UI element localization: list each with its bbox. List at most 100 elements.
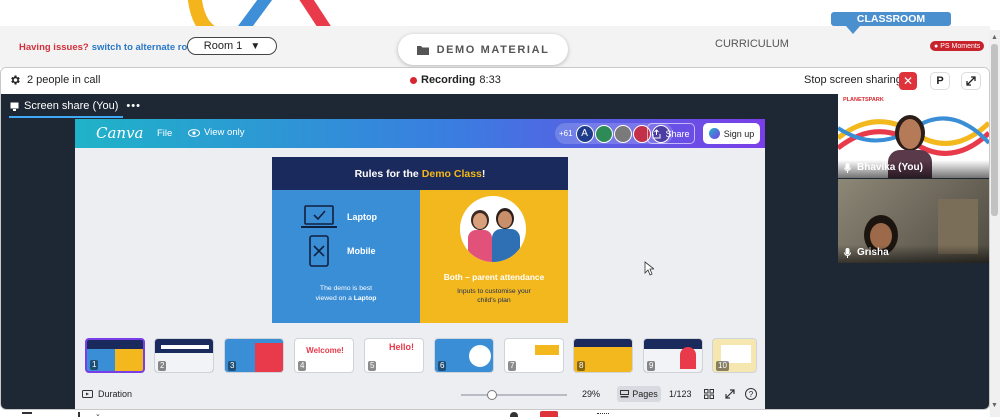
thumbnail-number: 4 xyxy=(298,361,307,371)
page-thumbnail[interactable]: 3 xyxy=(224,338,284,373)
pages-toggle[interactable]: Pages xyxy=(617,386,661,402)
microphone-icon xyxy=(844,247,851,258)
page-thumbnail[interactable]: Hello! 5 xyxy=(364,338,424,373)
file-menu[interactable]: File xyxy=(157,128,172,139)
brand-logo: PLANETSPARK xyxy=(843,97,884,103)
classroom-tab[interactable]: CLASSROOM xyxy=(831,12,951,26)
folder-icon xyxy=(416,45,429,55)
zoom-slider-handle[interactable] xyxy=(487,390,497,400)
mobile-label: Mobile xyxy=(347,246,376,256)
switch-room-link[interactable]: switch to alternate room xyxy=(92,42,202,53)
slide-parent-panel: Both – parent attendance Inputs to custo… xyxy=(420,190,568,323)
fullscreen-button[interactable] xyxy=(961,72,981,90)
scrollbar-thumb[interactable] xyxy=(991,44,998,216)
thumbnail-number: 9 xyxy=(647,361,656,371)
fullscreen-icon[interactable] xyxy=(725,389,735,399)
page-scrollbar[interactable]: ▲ ▼ xyxy=(989,30,1000,417)
more-options-icon[interactable]: ••• xyxy=(126,100,141,112)
thumbnail-number: 6 xyxy=(438,361,447,371)
zoom-slider-track[interactable] xyxy=(461,394,567,396)
screen-share-label: Screen share (You) xyxy=(24,100,119,112)
view-only-indicator[interactable]: View only xyxy=(188,127,245,138)
page-thumbnail[interactable]: 8 xyxy=(573,338,633,373)
participant-tile[interactable]: Grisha xyxy=(838,179,989,263)
stop-sharing-button[interactable]: ✕ xyxy=(899,72,917,90)
mobile-icon xyxy=(309,235,329,267)
canva-footer xyxy=(75,381,765,409)
tool-icon[interactable] xyxy=(540,411,558,417)
tool-icon[interactable] xyxy=(22,412,32,417)
screen-share-tab[interactable]: Screen share (You) ••• xyxy=(10,100,141,112)
tool-icon[interactable] xyxy=(78,412,80,417)
zoom-level[interactable]: 29% xyxy=(582,389,600,399)
page-thumbnail[interactable]: 1 xyxy=(85,338,145,373)
sign-up-label: Sign up xyxy=(723,128,755,139)
mouse-cursor-icon xyxy=(644,261,654,276)
page-thumbnail[interactable]: 10 xyxy=(712,338,757,373)
recording-label: Recording xyxy=(421,74,476,86)
participant-tile[interactable]: PLANETSPARK Bhavika (You) xyxy=(838,94,989,178)
parent-attendance-title: Both – parent attendance xyxy=(443,272,545,282)
room-select[interactable]: Room 1 ▼ xyxy=(187,37,277,55)
app-root: Having issues? switch to alternate room … xyxy=(0,0,1000,417)
curriculum-tab[interactable]: CURRICULUM xyxy=(715,38,789,50)
page-thumbnail[interactable]: 9 xyxy=(643,338,703,373)
canva-c-icon xyxy=(708,128,720,139)
expand-icon xyxy=(966,76,976,86)
share-button[interactable]: Share xyxy=(647,123,695,144)
people-count: 2 people in call xyxy=(27,74,101,86)
slide-canvas: Rules for the Demo Class! Laptop Mobile … xyxy=(272,157,568,323)
scroll-down-icon[interactable]: ▼ xyxy=(991,402,998,409)
recording-time: 8:33 xyxy=(479,74,501,86)
classroom-tab-pointer xyxy=(846,26,860,34)
tool-icon[interactable] xyxy=(510,412,518,417)
screen-share-icon xyxy=(10,102,19,111)
recording-dot-icon xyxy=(410,76,417,84)
thumbnail-number: 5 xyxy=(368,361,377,371)
tool-icon[interactable] xyxy=(597,413,609,417)
device-note-bold: Laptop xyxy=(353,295,377,302)
participant-name: Bhavika (You) xyxy=(857,162,923,173)
sign-up-button[interactable]: Sign up xyxy=(703,123,760,144)
help-icon[interactable]: ? xyxy=(745,388,757,400)
thumbnail-number: 3 xyxy=(228,361,237,371)
collaborator-count: +61 xyxy=(559,129,573,138)
slide-title: Rules for the Demo Class! xyxy=(272,157,568,190)
demo-material-button[interactable]: DEMO MATERIAL xyxy=(398,34,568,65)
participant-label: Grisha xyxy=(844,247,889,258)
duration-label: Duration xyxy=(98,389,133,399)
thumbnail-number: 8 xyxy=(577,361,586,371)
grid-view-icon[interactable] xyxy=(704,389,714,399)
avatar xyxy=(594,124,613,143)
page-thumbnail[interactable]: Welcome! 4 xyxy=(294,338,354,373)
scroll-up-icon[interactable]: ▲ xyxy=(991,34,998,41)
ps-moments-badge[interactable]: ● PS Moments xyxy=(930,41,985,51)
video-face xyxy=(899,119,921,149)
pages-label: Pages xyxy=(632,389,658,399)
share-icon xyxy=(652,128,661,138)
chevron-down-icon: ▼ xyxy=(250,40,261,52)
room-select-value: Room 1 xyxy=(203,40,243,52)
slide-title-suffix: ! xyxy=(481,167,486,180)
microphone-icon xyxy=(844,162,851,173)
canva-logo[interactable]: Canva xyxy=(96,124,144,142)
parent-attendance-sub: Inputs to customise your child's plan xyxy=(420,287,568,305)
gear-icon[interactable] xyxy=(9,74,21,86)
page-thumbnail[interactable]: 2 xyxy=(154,338,214,373)
share-label: Share xyxy=(665,128,690,139)
participant-name: Grisha xyxy=(857,247,889,258)
parent-sub-line2: child's plan xyxy=(477,297,511,304)
pin-p-button[interactable]: P xyxy=(930,72,950,90)
active-tab-indicator xyxy=(9,116,123,118)
chevron-down-icon[interactable]: ⌄ xyxy=(95,410,101,417)
slide-device-panel: Laptop Mobile The demo is best viewed on… xyxy=(272,190,420,323)
page-thumbnail[interactable]: 7 xyxy=(504,338,564,373)
parents-photo xyxy=(460,196,526,262)
thumbnail-text: Welcome! xyxy=(306,346,344,355)
duration-icon xyxy=(82,390,93,398)
slide-title-highlight: Demo Class xyxy=(421,167,482,180)
duration-toggle[interactable]: Duration xyxy=(82,389,132,399)
eye-icon xyxy=(188,128,200,137)
stop-sharing-label[interactable]: Stop screen sharing xyxy=(804,74,902,86)
page-thumbnail[interactable]: 6 xyxy=(434,338,494,373)
